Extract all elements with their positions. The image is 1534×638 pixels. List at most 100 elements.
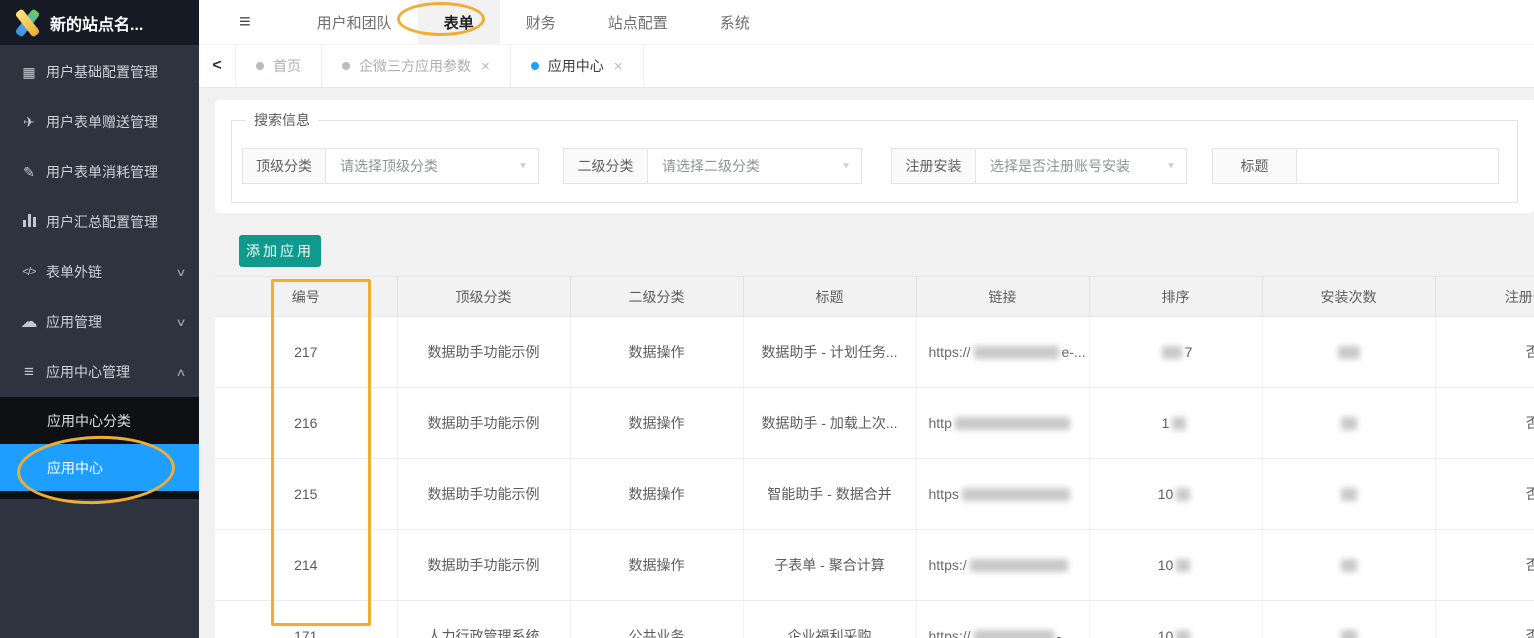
sidebar-item-label: 应用中心管理: [46, 362, 177, 382]
tab-dot-icon: [342, 62, 350, 70]
field-sub-category: 二级分类 请选择二级分类 ▼: [563, 148, 862, 184]
apps-table: 编号 顶级分类 二级分类 标题 链接 排序 安装次数 注册安装: [215, 276, 1534, 638]
field-label: 二级分类: [563, 148, 648, 184]
table-row: 216 数据助手功能示例 数据操作 数据助手 - 加载上次... http 1 …: [215, 388, 1534, 459]
sidebar-item-form-consume[interactable]: ✎ 用户表单消耗管理: [0, 147, 199, 197]
sidebar-item-user-summary[interactable]: 用户汇总配置管理: [0, 197, 199, 247]
tab-app-center[interactable]: 应用中心 ×: [510, 45, 644, 87]
redacted-text: [1341, 417, 1357, 430]
chevron-up-icon: ∧: [175, 366, 186, 379]
nav-item-finance[interactable]: 财务: [500, 0, 582, 44]
cell-sub-category: 数据操作: [570, 530, 743, 601]
close-icon[interactable]: ×: [614, 58, 623, 75]
cell-registered: 否: [1435, 317, 1534, 388]
redacted-text: [1162, 346, 1182, 359]
sidebar-item-app-management[interactable]: ☁ 应用管理 ∨: [0, 297, 199, 347]
sidebar-item-app-center-category[interactable]: 应用中心分类: [0, 397, 199, 444]
cell-id: 171: [215, 601, 397, 638]
search-panel: 搜索信息 顶级分类 请选择顶级分类 ▼ 二级分类: [215, 100, 1534, 213]
table-row: 217 数据助手功能示例 数据操作 数据助手 - 计划任务... https:/…: [215, 317, 1534, 388]
header-install-count: 安装次数: [1262, 277, 1435, 317]
tab-scroll-left-icon[interactable]: <: [199, 45, 235, 87]
header-title: 标题: [743, 277, 916, 317]
tab-dot-icon: [256, 62, 264, 70]
cell-title: 企业福利采购: [743, 601, 916, 638]
cell-title: 数据助手 - 加载上次...: [743, 388, 916, 459]
collapse-sidebar-icon[interactable]: ≡: [239, 11, 251, 34]
chevron-down-icon: ∨: [175, 266, 186, 279]
sidebar-item-form-external-link[interactable]: </> 表单外链 ∨: [0, 247, 199, 297]
content-area: 搜索信息 顶级分类 请选择顶级分类 ▼ 二级分类: [199, 88, 1534, 638]
nav-item-forms[interactable]: 表单: [418, 0, 500, 44]
redacted-text: [1176, 488, 1190, 501]
cell-top-category: 数据助手功能示例: [397, 317, 570, 388]
grid-icon: ▦: [18, 64, 40, 81]
close-icon[interactable]: ×: [481, 58, 490, 75]
tab-home[interactable]: 首页: [235, 45, 322, 87]
header-sub-category: 二级分类: [570, 277, 743, 317]
table-row: 171 人力行政管理系统 公共业务 企业福利采购 https://-... 10…: [215, 601, 1534, 638]
cell-sort: 10: [1089, 601, 1262, 638]
redacted-text: [1338, 346, 1360, 359]
nav-item-system[interactable]: 系统: [694, 0, 776, 44]
sidebar-item-user-base-config[interactable]: ▦ 用户基础配置管理: [0, 47, 199, 97]
redacted-text: [1341, 488, 1357, 501]
sub-category-select[interactable]: 请选择二级分类 ▼: [648, 148, 862, 184]
cell-title: 智能助手 - 数据合并: [743, 459, 916, 530]
cell-id: 214: [215, 530, 397, 601]
header-link: 链接: [916, 277, 1089, 317]
tab-wework-app-params[interactable]: 企微三方应用参数 ×: [321, 45, 511, 87]
cell-top-category: 数据助手功能示例: [397, 388, 570, 459]
top-category-select[interactable]: 请选择顶级分类 ▼: [326, 148, 539, 184]
chevron-down-icon: ∨: [175, 316, 186, 329]
submenu-item-label: 应用中心: [47, 458, 103, 478]
cloud-icon: ☁: [18, 312, 40, 332]
send-icon: ✈: [18, 114, 40, 131]
search-fieldset: 搜索信息 顶级分类 请选择顶级分类 ▼ 二级分类: [231, 110, 1518, 203]
sidebar-item-label: 表单外链: [46, 262, 177, 282]
sidebar-item-label: 用户表单消耗管理: [46, 162, 185, 182]
cell-top-category: 数据助手功能示例: [397, 530, 570, 601]
sidebar-item-label: 用户表单赠送管理: [46, 112, 185, 132]
main-area: ≡ 用户和团队 表单 财务 站点配置 系统 < 首页 企微三方应用参数 ×: [199, 0, 1534, 638]
cell-top-category: 人力行政管理系统: [397, 601, 570, 638]
brand-header[interactable]: 新的站点名...: [0, 0, 199, 45]
header-sort: 排序: [1089, 277, 1262, 317]
sidebar-item-form-gift[interactable]: ✈ 用户表单赠送管理: [0, 97, 199, 147]
cell-sub-category: 数据操作: [570, 388, 743, 459]
cell-id: 216: [215, 388, 397, 459]
nav-item-site-config[interactable]: 站点配置: [582, 0, 694, 44]
field-label: 注册安装: [891, 148, 976, 184]
cell-link: https: [916, 459, 1089, 530]
table-header-row: 编号 顶级分类 二级分类 标题 链接 排序 安装次数 注册安装: [215, 277, 1534, 317]
cell-sub-category: 公共业务: [570, 601, 743, 638]
app-layout: 新的站点名... ▦ 用户基础配置管理 ✈ 用户表单赠送管理 ✎ 用户表单消耗管…: [0, 0, 1534, 638]
menu-icon: ≡: [18, 362, 40, 382]
cell-link: https://e-...: [916, 317, 1089, 388]
search-legend: 搜索信息: [246, 110, 318, 130]
sidebar-item-label: 用户基础配置管理: [46, 62, 185, 82]
field-register-install: 注册安装 选择是否注册账号安装 ▼: [891, 148, 1187, 184]
nav-item-users-teams[interactable]: 用户和团队: [291, 0, 418, 44]
field-label: 标题: [1212, 148, 1297, 184]
cell-install-count: [1262, 601, 1435, 638]
redacted-text: [1341, 630, 1357, 638]
redacted-text: [1172, 417, 1186, 430]
sidebar-menu: ▦ 用户基础配置管理 ✈ 用户表单赠送管理 ✎ 用户表单消耗管理 用户汇总配置管…: [0, 45, 199, 499]
chevron-down-icon: ▼: [841, 162, 851, 171]
cell-install-count: [1262, 388, 1435, 459]
cell-top-category: 数据助手功能示例: [397, 459, 570, 530]
sidebar-item-app-center[interactable]: 应用中心: [0, 444, 199, 491]
sidebar-item-app-center-management[interactable]: ≡ 应用中心管理 ∧: [0, 347, 199, 397]
cell-link: https://-...: [916, 601, 1089, 638]
cell-install-count: [1262, 317, 1435, 388]
cell-sort: 10: [1089, 530, 1262, 601]
cell-registered: 否: [1435, 601, 1534, 638]
cell-id: 215: [215, 459, 397, 530]
register-install-select[interactable]: 选择是否注册账号安装 ▼: [976, 148, 1187, 184]
field-label: 顶级分类: [242, 148, 326, 184]
redacted-text: [970, 559, 1068, 572]
header-register-install: 注册安装: [1435, 277, 1534, 317]
title-input[interactable]: [1297, 149, 1498, 183]
add-app-button[interactable]: 添加应用: [239, 235, 321, 267]
